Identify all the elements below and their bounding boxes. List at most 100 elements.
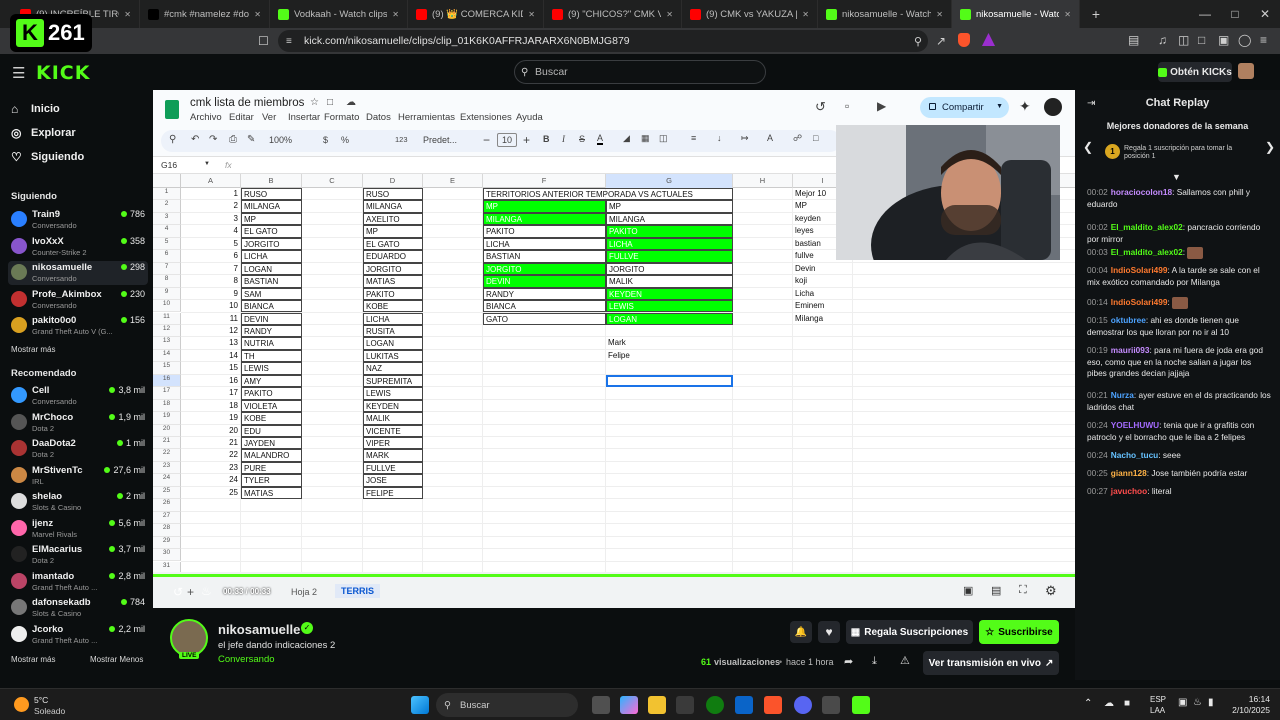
show-less-button[interactable]: Mostrar Menos <box>90 655 143 664</box>
settings-icon[interactable]: ⚙ <box>1045 583 1057 599</box>
cell-member-old[interactable]: PAKITO <box>241 387 302 400</box>
message-user[interactable]: Nacho_tucu <box>1111 450 1158 460</box>
cell-member-new[interactable]: LUKITAS <box>363 349 423 363</box>
strikethrough-icon[interactable]: S <box>579 134 585 144</box>
column-header[interactable]: H <box>733 174 793 188</box>
column-header[interactable]: A <box>181 174 241 188</box>
insert-comment-icon[interactable]: □ <box>813 133 818 143</box>
donors-next-icon[interactable]: ❯ <box>1265 140 1275 154</box>
channel-item[interactable]: MrStivenTc IRL 27,6 mil <box>8 464 148 488</box>
message-user[interactable]: Nurza <box>1111 390 1134 400</box>
paint-format-icon[interactable]: ✎ <box>247 134 255 145</box>
close-window-icon[interactable]: ✕ <box>1250 0 1280 28</box>
menu-ayuda[interactable]: Ayuda <box>516 112 543 123</box>
nav-home[interactable]: ⌂ Inicio <box>11 102 60 116</box>
channel-item[interactable]: IvoXxX Counter-Strike 2 358 <box>8 235 148 259</box>
row-header[interactable]: 7 <box>153 262 181 276</box>
row-header[interactable]: 11 <box>153 312 181 325</box>
cell-member-old[interactable]: JAYDEN <box>241 437 302 450</box>
cell-member-new[interactable]: EDUARDO <box>363 250 423 263</box>
channel-item[interactable]: DaaDota2 Dota 2 1 mil <box>8 437 148 461</box>
cell-territory-old[interactable]: MILANGA <box>483 212 606 226</box>
cell-member-new[interactable]: VIPER <box>363 437 423 450</box>
minimize-icon[interactable]: — <box>1190 0 1220 28</box>
cell-territory-new[interactable]: JORGITO <box>606 262 733 276</box>
show-more-following[interactable]: Mostrar más <box>11 345 55 354</box>
font-size-input[interactable]: 10 <box>497 133 517 147</box>
vpn-icon[interactable]: ◯ <box>1238 33 1251 47</box>
new-tab-button[interactable]: + <box>1084 6 1108 22</box>
row-header[interactable]: 23 <box>153 461 181 475</box>
share-page-icon[interactable]: ↗ <box>936 34 946 48</box>
cell-member-new[interactable]: JORGITO <box>363 262 423 276</box>
rotate-icon[interactable]: A <box>767 133 773 143</box>
reader-icon[interactable]: ◫ <box>1178 33 1189 47</box>
cell-number[interactable]: 13 <box>181 337 241 349</box>
font-select[interactable]: Predet... <box>423 135 457 145</box>
channel-item[interactable]: imantado Grand Theft Auto ... 2,8 mil <box>8 570 148 594</box>
redo-icon[interactable]: ↷ <box>209 134 217 145</box>
cell-member-old[interactable]: LICHA <box>241 250 302 263</box>
row-header[interactable]: 2 <box>153 200 181 213</box>
percent-format[interactable]: % <box>341 135 349 145</box>
kick-logo[interactable]: KICK <box>36 62 90 84</box>
cell-member-old[interactable]: TH <box>241 349 302 363</box>
cell-number[interactable]: 25 <box>181 487 241 499</box>
cell-member-old[interactable]: DEVIN <box>241 312 302 325</box>
row-header[interactable]: 24 <box>153 474 181 487</box>
search-input[interactable]: ⚲ Buscar <box>514 60 766 84</box>
row-header[interactable]: 19 <box>153 412 181 425</box>
battery-icon[interactable]: ▮ <box>1208 697 1214 708</box>
clock-date[interactable]: 2/10/2025 <box>1218 705 1270 715</box>
browser-tab[interactable]: Vodkaah - Watch clips on Kick ✕ <box>270 0 408 28</box>
channel-item[interactable]: ElMacarius Dota 2 3,7 mil <box>8 543 148 567</box>
message-user[interactable]: IndioSolari499 <box>1111 297 1168 307</box>
channel-item[interactable]: Profe_Akimbox Conversando 230 <box>8 288 148 312</box>
cell-member-new[interactable]: PAKITO <box>363 287 423 301</box>
number-format[interactable]: 123 <box>395 135 408 144</box>
menu-icon[interactable]: ≡ <box>1260 33 1267 47</box>
column-header[interactable]: E <box>423 174 483 188</box>
row-header[interactable]: 22 <box>153 449 181 462</box>
row-header[interactable]: 5 <box>153 237 181 251</box>
tray-chevron-icon[interactable]: ⌃ <box>1084 698 1092 709</box>
wrap-icon[interactable]: ↦ <box>741 133 749 144</box>
link-icon[interactable]: ☍ <box>793 133 802 144</box>
cell-member-old[interactable]: LOGAN <box>241 262 302 276</box>
browser-tab[interactable]: (9) 👑 COMERCA KIDS - CMK ✕ <box>408 0 544 28</box>
xbox-icon[interactable] <box>706 696 724 714</box>
extensions-icon[interactable]: □ <box>1198 33 1205 47</box>
cell-member-old[interactable]: JORGITO <box>241 237 302 251</box>
channel-item[interactable]: Train9 Conversando 786 <box>8 208 148 232</box>
row-header[interactable]: 30 <box>153 549 181 562</box>
message-user[interactable]: javuchoo <box>1111 486 1147 496</box>
cell-number[interactable]: 11 <box>181 313 241 325</box>
row-header[interactable]: 15 <box>153 362 181 375</box>
cell-number[interactable]: 2 <box>181 200 241 212</box>
theater-mode-icon[interactable]: ▣ <box>963 584 973 597</box>
language-code[interactable]: ESP <box>1150 695 1166 704</box>
download-icon[interactable]: ⤓ <box>872 655 877 668</box>
channel-item[interactable]: MrChoco Dota 2 1,9 mil <box>8 411 148 435</box>
row-header[interactable]: 25 <box>153 486 181 500</box>
cell-territory-new[interactable]: PAKITO <box>606 225 733 238</box>
add-sheet-icon[interactable]: + <box>187 585 194 599</box>
cell-member-old[interactable]: PURE <box>241 461 302 475</box>
brave-shield-icon[interactable] <box>958 33 970 47</box>
media-icon[interactable]: ♫ <box>1158 33 1167 47</box>
cell-number[interactable]: 7 <box>181 263 241 275</box>
cell-territory-new[interactable]: FULLVE <box>606 250 733 263</box>
cell-territory-old[interactable]: BASTIAN <box>483 250 606 263</box>
message-user[interactable]: YOELHUWU <box>1111 420 1159 430</box>
column-header[interactable]: C <box>302 174 363 188</box>
cell-number[interactable]: 18 <box>181 400 241 412</box>
browser-tab[interactable]: (9) "CHICOS?" CMK VS NMZ en ✕ <box>544 0 682 28</box>
url-field[interactable]: ≡ kick.com/nikosamuelle/clips/clip_01K6K… <box>278 30 928 52</box>
cell-best10[interactable]: Milanga <box>793 313 853 325</box>
sidebar-toggle-icon[interactable]: ▤ <box>1128 33 1139 47</box>
task-view-icon[interactable] <box>592 696 610 714</box>
cell-number[interactable]: 22 <box>181 449 241 461</box>
menu-formato[interactable]: Formato <box>324 112 359 123</box>
row-header[interactable]: 26 <box>153 499 181 512</box>
tab-close-icon[interactable]: ✕ <box>936 10 943 19</box>
